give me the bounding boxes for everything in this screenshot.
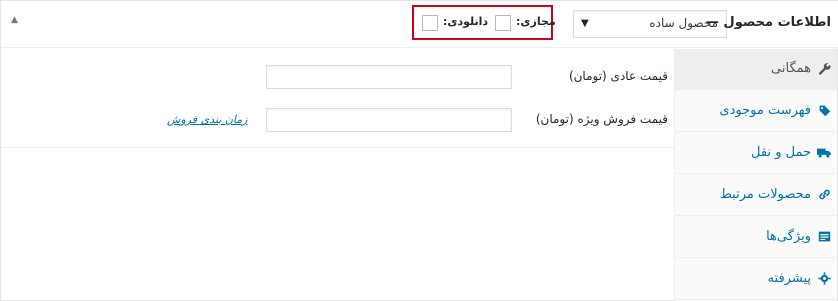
tag-icon xyxy=(817,104,831,118)
list-icon xyxy=(817,230,831,244)
wrench-icon xyxy=(817,62,831,76)
tab-attributes[interactable]: ویژگی‌ها xyxy=(674,217,837,258)
tab-linked-products-label: محصولات مرتبط xyxy=(719,187,811,202)
regular-price-row: قیمت عادی (تومان) xyxy=(1,63,676,93)
general-tab-panel: قیمت عادی (تومان) قیمت فروش ویژه (تومان)… xyxy=(1,49,676,148)
virtual-option[interactable]: مجازی: xyxy=(495,14,556,32)
tab-shipping-label: حمل و نقل xyxy=(751,145,811,160)
downloadable-option[interactable]: دانلودی: xyxy=(422,14,489,32)
downloadable-label: دانلودی: xyxy=(443,15,489,28)
panel-title: اطلاعات محصول — xyxy=(705,15,831,30)
product-type-select[interactable]: محصول ساده ▼ xyxy=(573,10,727,38)
gear-icon xyxy=(817,272,831,286)
tab-inventory-label: فهرست موجودی xyxy=(719,103,811,118)
virtual-label: مجازی: xyxy=(516,15,556,28)
product-data-tabs: همگانی فهرست موجودی حمل و نقل محصولات مر… xyxy=(674,49,837,301)
tab-general[interactable]: همگانی xyxy=(674,49,837,90)
tab-advanced-label: پیشرفته xyxy=(767,271,811,286)
tab-inventory[interactable]: فهرست موجودی xyxy=(674,91,837,132)
panel-header: ▲ دانلودی: مجازی: محصول ساده ▼ اطلاعات م… xyxy=(1,1,838,48)
collapse-toggle-icon[interactable]: ▲ xyxy=(11,15,18,25)
sale-price-row: قیمت فروش ویژه (تومان) زمان بندی فروش xyxy=(1,106,676,136)
sale-price-input[interactable] xyxy=(266,108,512,132)
downloadable-checkbox[interactable] xyxy=(422,15,438,31)
chevron-down-icon: ▼ xyxy=(581,18,589,29)
tab-shipping[interactable]: حمل و نقل xyxy=(674,133,837,174)
sale-price-label: قیمت فروش ویژه (تومان) xyxy=(535,112,668,126)
tab-attributes-label: ویژگی‌ها xyxy=(766,229,811,244)
regular-price-input[interactable] xyxy=(266,65,512,89)
truck-icon xyxy=(817,146,831,160)
product-data-panel: ▲ دانلودی: مجازی: محصول ساده ▼ اطلاعات م… xyxy=(0,0,838,301)
tab-general-label: همگانی xyxy=(771,61,811,76)
virtual-checkbox[interactable] xyxy=(495,15,511,31)
product-options-highlight: دانلودی: مجازی: xyxy=(412,5,556,40)
tab-linked-products[interactable]: محصولات مرتبط xyxy=(674,175,837,216)
tab-advanced[interactable]: پیشرفته xyxy=(674,259,837,300)
link-icon xyxy=(817,188,831,202)
schedule-sale-link[interactable]: زمان بندی فروش xyxy=(167,113,247,126)
regular-price-label: قیمت عادی (تومان) xyxy=(568,69,668,83)
